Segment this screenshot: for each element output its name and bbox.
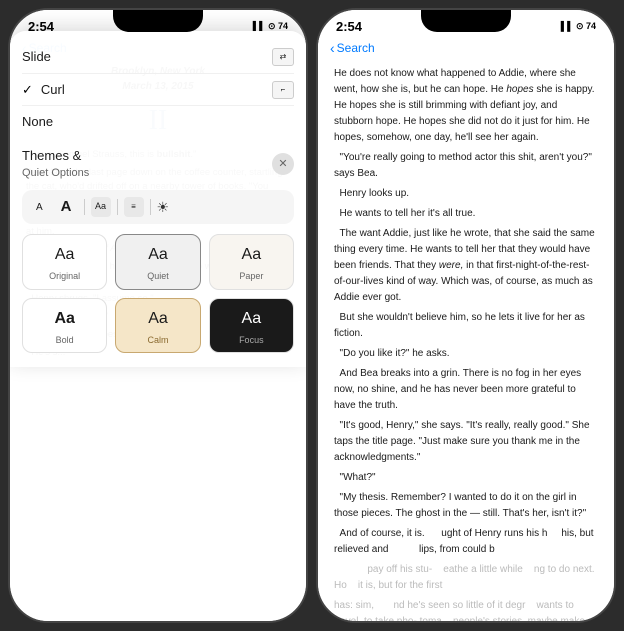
right-screen: 2:54 ▌▌ ⊙ 74 ‹ Search He does not know w… (318, 10, 614, 621)
theme-paper[interactable]: Aa Paper (209, 234, 294, 290)
back-button-right[interactable]: ‹ Search (330, 40, 375, 56)
nav-bar-right[interactable]: ‹ Search (318, 38, 614, 60)
para-9: "It's good, Henry," she says. "It's real… (334, 418, 598, 466)
theme-calm[interactable]: Aa Calm (115, 298, 200, 354)
themes-label: Themes & Quiet Options (22, 146, 89, 182)
none-left: None (22, 112, 53, 132)
close-button[interactable]: ✕ (272, 153, 294, 175)
theme-bold-preview: Aa (54, 307, 74, 331)
theme-bold-name: Bold (56, 334, 74, 348)
themes-subtitle: Quiet Options (22, 165, 89, 182)
theme-paper-name: Paper (239, 270, 263, 284)
theme-focus-name: Focus (239, 334, 264, 348)
themes-grid: Aa Original Aa Quiet Aa Paper Aa (22, 234, 294, 353)
themes-title: Themes & (22, 148, 81, 163)
font-format-icon[interactable]: ≡ (124, 197, 144, 217)
transition-none[interactable]: None (22, 106, 294, 138)
para-2: "You're really going to method actor thi… (334, 150, 598, 182)
curl-label: Curl (41, 80, 65, 100)
curl-check: ✓ (22, 80, 33, 100)
theme-bold[interactable]: Aa Bold (22, 298, 107, 354)
font-style-icon[interactable]: Aa (91, 197, 111, 217)
para-6: But she wouldn't believe him, so he lets… (334, 310, 598, 342)
reading-content: He does not know what happened to Addie,… (318, 60, 614, 621)
para-14: has: sim, nd he's seen so little of it d… (334, 598, 598, 621)
back-label-right: Search (337, 41, 375, 55)
para-12: And of course, it is. ught of Henry runs… (334, 526, 598, 558)
theme-original-name: Original (49, 270, 80, 284)
para-11: "My thesis. Remember? I wanted to do it … (334, 490, 598, 522)
themes-header: Themes & Quiet Options ✕ (22, 146, 294, 182)
brightness-icon[interactable]: ☀ (157, 197, 170, 218)
transition-slide[interactable]: Slide ⇄ (22, 41, 294, 74)
divider-2 (117, 199, 118, 215)
divider-1 (84, 199, 85, 215)
slide-icon: ⇄ (272, 48, 294, 66)
status-icons-right: ▌▌ ⊙ 74 (561, 21, 596, 32)
para-8: And Bea breaks into a grin. There is no … (334, 366, 598, 414)
overlay-panel: Slide ⇄ ✓ Curl ⌐ (10, 31, 306, 367)
right-phone: 2:54 ▌▌ ⊙ 74 ‹ Search He does not know w… (316, 8, 616, 623)
app-container: 2:54 ▌▌ ⊙ 74 ‹ Search Brooklyn, New York… (0, 0, 624, 631)
para-5: The want Addie, just like he wrote, that… (334, 226, 598, 306)
font-controls: A A Aa ≡ ☀ (22, 190, 294, 225)
left-phone: 2:54 ▌▌ ⊙ 74 ‹ Search Brooklyn, New York… (8, 8, 308, 623)
slide-left: Slide (22, 47, 51, 67)
curl-left: ✓ Curl (22, 80, 65, 100)
font-decrease[interactable]: A (30, 198, 49, 217)
para-7: "Do you like it?" he asks. (334, 346, 598, 362)
book-content: Brooklyn, New YorkMarch 13, 2015 II "Hen… (10, 60, 306, 367)
transition-curl[interactable]: ✓ Curl ⌐ (22, 74, 294, 107)
curl-icon: ⌐ (272, 81, 294, 99)
theme-paper-preview: Aa (242, 243, 262, 267)
back-arrow-right: ‹ (330, 40, 335, 56)
theme-calm-name: Calm (147, 334, 168, 348)
divider-3 (150, 199, 151, 215)
font-increase[interactable]: A (55, 194, 78, 221)
theme-original-preview: Aa (55, 243, 75, 267)
para-1: He does not know what happened to Addie,… (334, 66, 598, 146)
para-4: He wants to tell her it's all true. (334, 206, 598, 222)
theme-focus[interactable]: Aa Focus (209, 298, 294, 354)
notch-right (421, 10, 511, 32)
slide-label: Slide (22, 47, 51, 67)
time-right: 2:54 (336, 19, 362, 34)
theme-original[interactable]: Aa Original (22, 234, 107, 290)
theme-quiet[interactable]: Aa Quiet (115, 234, 200, 290)
para-10: "What?" (334, 470, 598, 486)
none-label: None (22, 112, 53, 132)
theme-focus-preview: Aa (242, 307, 262, 331)
para-13: pay off his stu- eathe a little while ng… (334, 562, 598, 594)
notch (113, 10, 203, 32)
left-screen: 2:54 ▌▌ ⊙ 74 ‹ Search Brooklyn, New York… (10, 10, 306, 621)
theme-quiet-preview: Aa (148, 243, 168, 267)
para-3: Henry looks up. (334, 186, 598, 202)
transition-options: Slide ⇄ ✓ Curl ⌐ (22, 41, 294, 138)
status-icons-left: ▌▌ ⊙ 74 (253, 21, 288, 32)
theme-quiet-name: Quiet (147, 270, 169, 284)
theme-calm-preview: Aa (148, 307, 168, 331)
